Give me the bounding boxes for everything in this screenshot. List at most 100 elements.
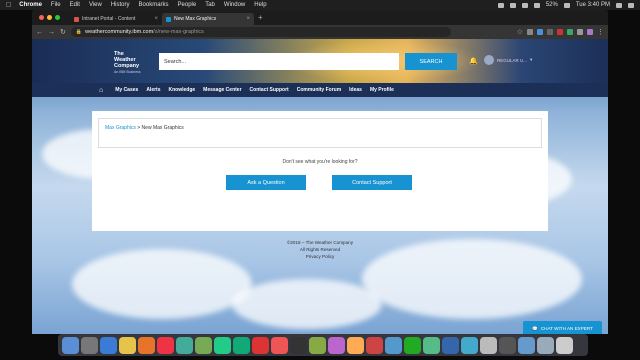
dock-app-icon[interactable] <box>385 336 402 354</box>
nav-my-cases[interactable]: My Cases <box>115 87 138 93</box>
dock-app-icon[interactable] <box>518 336 535 354</box>
tab-bar: Intranet Portal - Content × New Max Grap… <box>32 10 608 25</box>
copyright-text: ©2018 – The Weather Company <box>286 240 354 245</box>
menu-list-icon[interactable] <box>628 2 634 8</box>
extension-icon[interactable] <box>537 29 543 35</box>
search-icon[interactable] <box>616 2 622 8</box>
window-controls <box>36 10 60 25</box>
menu-file[interactable]: File <box>51 2 61 8</box>
maximize-window-button[interactable] <box>55 15 60 20</box>
dock-app-icon[interactable] <box>100 336 117 354</box>
dock-app-icon[interactable] <box>214 336 231 354</box>
privacy-policy-link[interactable]: Privacy Policy <box>32 253 608 260</box>
dock-app-icon[interactable] <box>537 336 554 354</box>
more-menu-icon[interactable]: ⋮ <box>597 28 604 36</box>
menu-view[interactable]: View <box>89 2 102 8</box>
tray-icon[interactable] <box>509 2 516 8</box>
site-search-input[interactable]: Search... <box>159 53 399 70</box>
search-button[interactable]: SEARCH <box>405 53 457 70</box>
url-host: weathercommunity.ibm.com <box>85 29 154 35</box>
extension-icon[interactable] <box>577 29 583 35</box>
site-header: The Weather Company An IBM Business Sear… <box>32 39 608 83</box>
back-icon[interactable]: ← <box>36 29 43 36</box>
nav-my-profile[interactable]: My Profile <box>370 87 394 93</box>
dock-app-icon[interactable] <box>119 336 136 354</box>
extension-icon[interactable] <box>527 29 533 35</box>
profile-avatar-icon[interactable] <box>587 29 593 35</box>
tray-icon[interactable] <box>497 2 504 8</box>
dock-app-icon[interactable] <box>442 336 459 354</box>
forward-icon[interactable]: → <box>48 29 55 36</box>
nav-alerts[interactable]: Alerts <box>146 87 160 93</box>
address-bar[interactable]: 🔒 weathercommunity.ibm.com /s/new-max-gr… <box>70 27 451 37</box>
notification-bell-icon[interactable]: 🔔 <box>469 57 478 65</box>
dock-app-icon[interactable] <box>309 336 326 354</box>
extension-icon[interactable] <box>557 29 563 35</box>
dock-app-icon[interactable] <box>423 336 440 354</box>
menu-history[interactable]: History <box>111 2 130 8</box>
close-tab-icon[interactable]: × <box>154 16 158 22</box>
dock-app-icon[interactable] <box>347 336 364 354</box>
tray-icon[interactable] <box>521 2 528 8</box>
minimize-window-button[interactable] <box>47 15 52 20</box>
dock-app-icon[interactable] <box>290 336 307 354</box>
breadcrumb-link-max-graphics[interactable]: Max Graphics <box>105 125 136 131</box>
reload-icon[interactable]: ↻ <box>60 28 66 36</box>
lock-icon: 🔒 <box>75 29 83 35</box>
tab-new-max-graphics[interactable]: New Max Graphics × <box>162 13 254 25</box>
dock-app-icon[interactable] <box>233 336 250 354</box>
dock-app-icon[interactable] <box>499 336 516 354</box>
tab-title: New Max Graphics <box>174 16 217 22</box>
dock-app-icon[interactable] <box>461 336 478 354</box>
wifi-icon[interactable] <box>533 2 540 8</box>
close-tab-icon[interactable]: × <box>246 16 250 22</box>
dock-app-icon[interactable] <box>328 336 345 354</box>
nav-community-forum[interactable]: Community Forum <box>297 87 341 93</box>
bookmark-star-icon[interactable]: ☆ <box>517 28 523 36</box>
battery-icon[interactable] <box>563 2 570 8</box>
menu-people[interactable]: People <box>178 2 197 8</box>
dock-app-icon[interactable] <box>480 336 497 354</box>
nav-message-center[interactable]: Message Center <box>203 87 241 93</box>
weather-company-logo[interactable]: The Weather Company An IBM Business <box>114 51 141 75</box>
dock-app-icon[interactable] <box>366 336 383 354</box>
dock-app-icon[interactable] <box>176 336 193 354</box>
dock-app-icon[interactable] <box>195 336 212 354</box>
dock-app-icon[interactable] <box>252 336 269 354</box>
contact-support-button[interactable]: Contact Support <box>332 175 412 190</box>
tab-intranet-portal[interactable]: Intranet Portal - Content × <box>70 13 162 25</box>
extensions-area: ☆ ⋮ <box>517 28 604 36</box>
desktop:  Chrome File Edit View History Bookmark… <box>0 0 640 360</box>
close-window-button[interactable] <box>39 15 44 20</box>
home-icon[interactable]: ⌂ <box>99 87 103 94</box>
menu-tab[interactable]: Tab <box>205 2 215 8</box>
help-prompt: Don't see what you're looking for? <box>282 159 358 165</box>
nav-ideas[interactable]: Ideas <box>349 87 362 93</box>
extension-icon[interactable] <box>547 29 553 35</box>
battery-percent[interactable]: 52% <box>546 2 558 8</box>
chat-label: CHAT WITH AN EXPERT <box>540 326 593 331</box>
dock-app-icon[interactable] <box>138 336 155 354</box>
ask-question-button[interactable]: Ask a Question <box>226 175 306 190</box>
menu-window[interactable]: Window <box>224 2 245 8</box>
menubar-app-name[interactable]: Chrome <box>19 2 42 8</box>
menu-bookmarks[interactable]: Bookmarks <box>139 2 169 8</box>
chevron-down-icon: ▾ <box>530 57 533 62</box>
clock[interactable]: Tue 3:40 PM <box>576 2 610 8</box>
menu-edit[interactable]: Edit <box>70 2 80 8</box>
apple-icon[interactable]:  <box>6 2 11 9</box>
dock-app-icon[interactable] <box>62 336 79 354</box>
dock-app-icon[interactable] <box>556 336 573 354</box>
chat-with-expert-button[interactable]: 💬 CHAT WITH AN EXPERT <box>523 321 602 334</box>
nav-knowledge[interactable]: Knowledge <box>169 87 196 93</box>
dock-app-icon[interactable] <box>404 336 421 354</box>
new-tab-button[interactable]: + <box>258 13 263 22</box>
nav-contact-support[interactable]: Contact Support <box>250 87 289 93</box>
user-menu[interactable]: REGULAR U... ▾ <box>484 55 532 65</box>
dock-app-icon[interactable] <box>81 336 98 354</box>
tab-favicon-icon <box>166 16 171 22</box>
dock-app-icon[interactable] <box>157 336 174 354</box>
menu-help[interactable]: Help <box>254 2 266 8</box>
dock-app-icon[interactable] <box>271 336 288 354</box>
extension-icon[interactable] <box>567 29 573 35</box>
